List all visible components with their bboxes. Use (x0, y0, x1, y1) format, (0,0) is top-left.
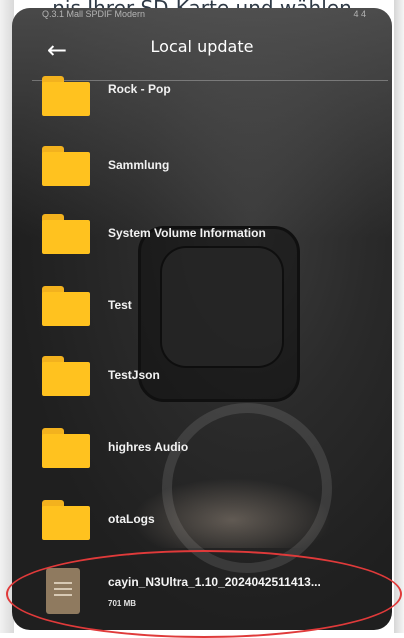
list-item-folder[interactable]: Sammlung (12, 138, 392, 198)
device-frame-right (394, 0, 404, 633)
folder-name: Sammlung (108, 158, 170, 172)
list-item-folder[interactable]: Rock - Pop (12, 68, 392, 128)
list-item-folder[interactable]: highres Audio (12, 420, 392, 480)
folder-icon (42, 286, 90, 326)
list-item-folder[interactable]: System Volume Information (12, 206, 392, 266)
folder-icon (42, 146, 90, 186)
status-bar: Q.3.1 Mall SPDIF Modern 4 4 (12, 8, 392, 28)
folder-icon (42, 428, 90, 468)
folder-name: TestJson (108, 368, 160, 382)
page-title: Local update (150, 37, 254, 56)
folder-icon (42, 214, 90, 254)
folder-icon (42, 76, 90, 116)
folder-name: System Volume Information (108, 226, 266, 240)
annotation-ellipse (6, 550, 402, 638)
folder-icon (42, 356, 90, 396)
folder-name: highres Audio (108, 440, 189, 454)
phone-screen: Q.3.1 Mall SPDIF Modern 4 4 ← Local upda… (12, 8, 392, 630)
list-item-folder[interactable]: otaLogs (12, 492, 392, 552)
folder-name: Test (108, 298, 132, 312)
folder-icon (42, 500, 90, 540)
status-text-left: Q.3.1 Mall SPDIF Modern (42, 9, 146, 19)
folder-name: Rock - Pop (108, 82, 171, 96)
list-item-folder[interactable]: Test (12, 278, 392, 338)
folder-name: otaLogs (108, 512, 155, 526)
status-text-right: 4 4 (353, 9, 366, 19)
list-item-folder[interactable]: TestJson (12, 348, 392, 408)
